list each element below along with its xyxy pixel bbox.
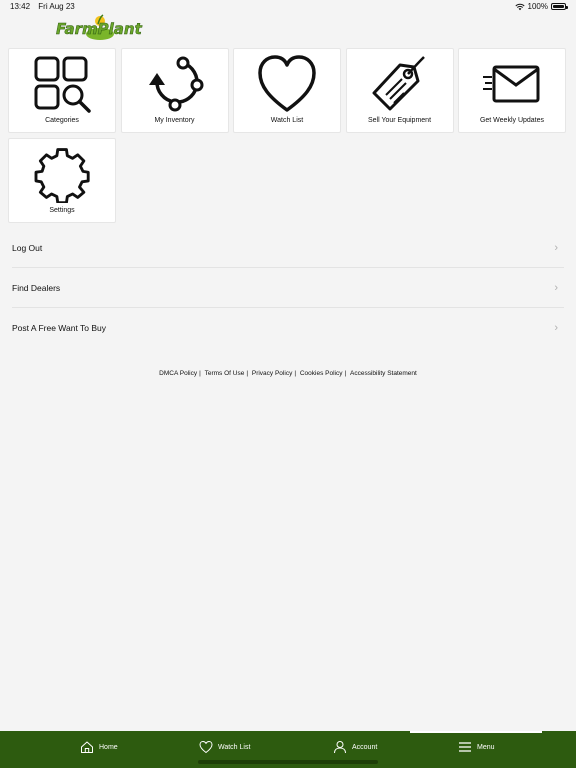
menu-list: Log Out › Find Dealers › Post A Free Wan… [12,228,564,348]
battery-percent: 100% [527,2,548,11]
menu-item-log-out[interactable]: Log Out › [12,228,564,268]
gear-icon [34,148,90,203]
link-privacy-policy[interactable]: Privacy Policy [250,370,294,377]
menu-item-label: Post A Free Want To Buy [12,323,107,333]
inventory-icon [148,56,203,112]
tile-label: Get Weekly Updates [479,117,545,124]
menu-item-post-want-to-buy[interactable]: Post A Free Want To Buy › [12,308,564,348]
hamburger-menu-icon [459,742,471,752]
status-left: 13:42 Fri Aug 23 [10,2,81,11]
menu-item-label: Log Out [12,242,43,253]
status-right: 100% [514,2,568,11]
envelope-icon [483,65,540,103]
tab-label: Menu [477,743,495,751]
status-date: Fri Aug 23 [38,2,75,11]
status-time: 13:42 [10,2,31,11]
tab-watch-list[interactable]: Watch List [199,738,250,756]
link-cookies-policy[interactable]: Cookies Policy [298,370,345,377]
tile-label: Categories [45,117,79,124]
status-bar: 13:42 Fri Aug 23 100% [0,0,576,14]
tile-get-weekly-updates[interactable]: Get Weekly Updates [458,48,566,133]
chevron-right-icon: › [554,241,558,254]
menu-item-find-dealers[interactable]: Find Dealers › [12,268,564,308]
tile-watch-list[interactable]: Watch List [233,48,341,133]
tab-label: Account [352,743,378,751]
tile-my-inventory[interactable]: My Inventory [120,48,229,133]
svg-text:FarmPlant: FarmPlant [56,20,143,38]
tab-menu[interactable]: Menu [458,738,495,756]
heart-icon [258,55,316,112]
link-separator: | [344,370,347,377]
home-indicator [198,760,378,764]
tile-label: Watch List [270,117,304,124]
footer-links: DMCA Policy | Terms Of Use | Privacy Polic… [0,370,576,377]
tile-label: My Inventory [154,117,195,124]
chevron-right-icon: › [554,281,558,294]
link-dmca-policy[interactable]: DMCA Policy [157,370,199,377]
heart-icon [199,740,213,754]
tab-label: Watch List [218,743,251,751]
price-tag-icon [372,56,425,111]
active-tab-indicator [410,731,542,733]
feature-tiles: Categories My Inventory Watch List Sell … [8,48,568,223]
link-accessibility-statement[interactable]: Accessibility Statement [348,370,419,377]
tab-account[interactable]: Account [333,738,377,756]
tile-sell-your-equipment[interactable]: Sell Your Equipment [345,48,454,133]
tile-settings[interactable]: Settings [8,138,116,223]
tab-label: Home [99,743,118,751]
home-icon [81,741,93,753]
tile-label: Sell Your Equipment [367,117,432,124]
link-separator: | [294,370,297,377]
menu-item-label: Find Dealers [12,282,61,293]
user-icon [334,741,346,754]
link-separator: | [199,370,201,377]
link-separator: | [246,370,249,377]
tile-categories[interactable]: Categories [8,48,116,133]
battery-icon [551,3,568,10]
wifi-icon [514,3,525,10]
chevron-right-icon: › [554,322,558,334]
tab-home[interactable]: Home [80,738,118,756]
categories-icon [34,56,91,113]
link-terms-of-use[interactable]: Terms Of Use [203,370,247,377]
tile-label: Settings [49,207,75,214]
farmplant-logo: FarmPlant [56,14,143,40]
